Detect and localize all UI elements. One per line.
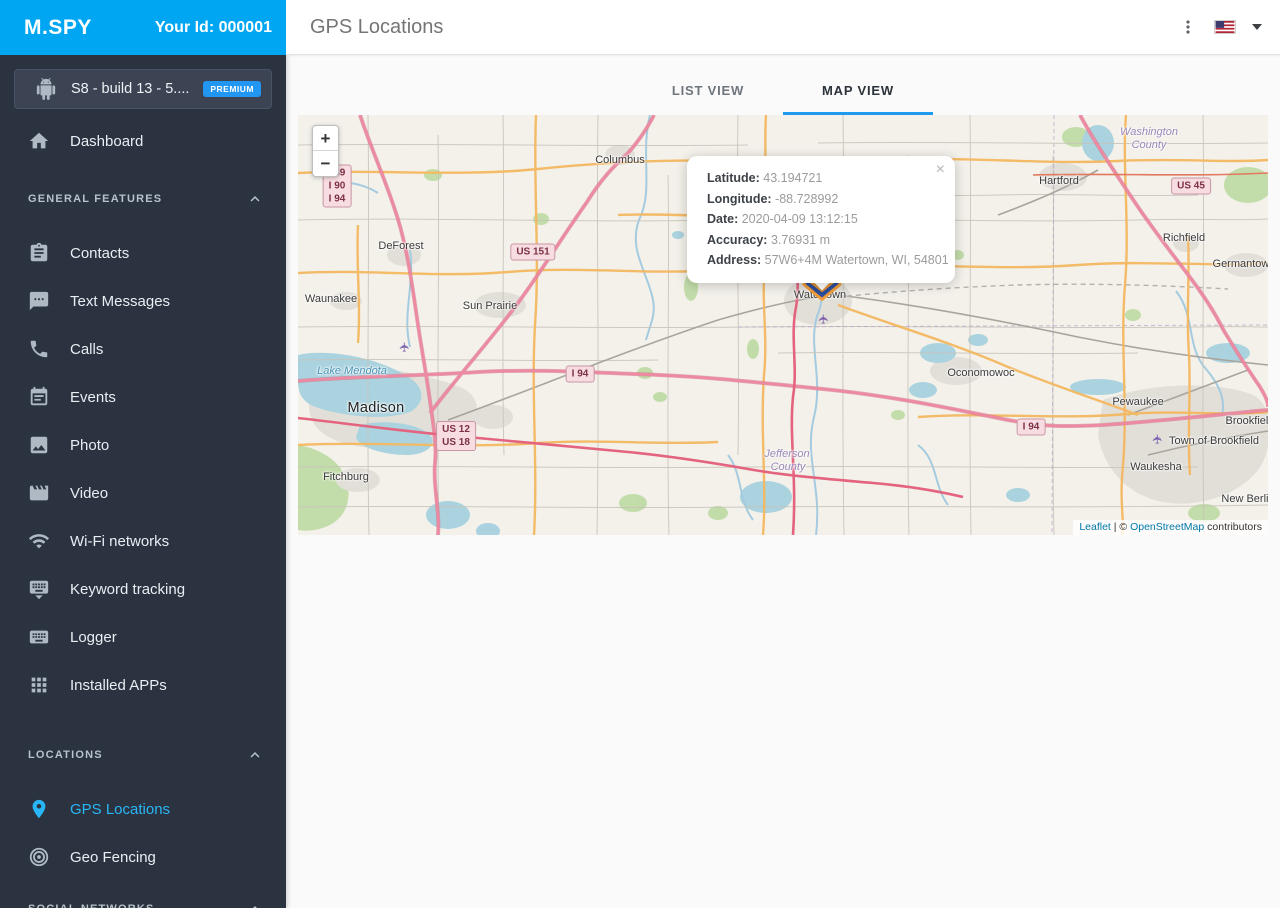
section-label: LOCATIONS — [28, 749, 103, 761]
popup-row: Address: 57W6+4M Watertown, WI, 54801 — [707, 253, 949, 267]
popup-row: Longitude: -88.728992 — [707, 191, 839, 206]
sidebar-item-label: Calls — [70, 340, 104, 358]
language-flag-icon[interactable] — [1214, 20, 1236, 34]
pin-icon — [32, 799, 46, 819]
tab-map-view[interactable]: MAP VIEW — [783, 63, 933, 115]
mspy-logo[interactable]: M.SPY — [24, 16, 92, 40]
map-zoom-control: + − — [312, 125, 339, 177]
leaflet-link[interactable]: Leaflet — [1079, 521, 1111, 533]
location-popup: × Latitude: 43.194721 Longitude: -88.7289… — [687, 156, 955, 283]
sidebar-item-label: Video — [70, 484, 109, 502]
wifi-icon — [28, 534, 50, 549]
sidebar-item-label: Wi-Fi networks — [70, 532, 170, 550]
sidebar-item-video[interactable]: Video — [0, 469, 286, 517]
popup-row: Latitude: 43.194721 — [707, 171, 823, 185]
popup-rows: Latitude: 43.194721 Longitude: -88.728992… — [707, 168, 949, 271]
attribution-separator: | © — [1110, 521, 1131, 533]
sidebar-item-gps-locations[interactable]: GPS Locations — [0, 785, 286, 833]
topbar: GPS Locations — [286, 0, 1280, 55]
premium-badge: PREMIUM — [203, 81, 261, 97]
android-icon — [36, 78, 56, 100]
sidebar-item-label: Dashboard — [70, 132, 144, 150]
chevron-up-icon — [250, 752, 260, 758]
home-icon — [29, 132, 49, 149]
user-id-label: Your Id: 000001 — [154, 18, 272, 36]
osm-link[interactable]: OpenStreetMap — [1130, 521, 1204, 533]
chevron-down-icon[interactable] — [1252, 24, 1262, 30]
sidebar-item-geo-fencing[interactable]: Geo Fencing — [0, 833, 286, 881]
sidebar-item-label: Geo Fencing — [70, 848, 156, 866]
page-title: GPS Locations — [310, 15, 444, 38]
sidebar-item-label: Text Messages — [70, 292, 171, 310]
sidebar-item-wifi-networks[interactable]: Wi-Fi networks — [0, 517, 286, 565]
keyboard-icon — [29, 630, 49, 644]
chevron-up-icon — [250, 196, 260, 202]
device-name: S8 - build 13 - 5.... — [70, 81, 190, 97]
sidebar-nav: Dashboard GENERAL FEATURES Contacts Text Me… — [0, 117, 286, 908]
geofence-icon — [29, 847, 49, 867]
sidebar-item-label: Photo — [70, 436, 110, 454]
tab-list-view[interactable]: LIST VIEW — [633, 63, 783, 115]
main-content: LIST VIEW MAP VIEW Columbus Washington C… — [286, 55, 1280, 908]
chevron-up-icon — [253, 906, 257, 908]
device-selector[interactable]: S8 - build 13 - 5.... PREMIUM — [14, 69, 272, 109]
zoom-in-button[interactable]: + — [313, 126, 338, 151]
section-label: SOCIAL NETWORKS — [28, 903, 155, 908]
sidebar-item-installed-apps[interactable]: Installed APPs — [0, 661, 286, 709]
image-icon — [30, 436, 48, 454]
kebab-menu-icon[interactable] — [1178, 17, 1198, 37]
sidebar-item-text-messages[interactable]: Text Messages — [0, 277, 286, 325]
zoom-out-button[interactable]: − — [313, 151, 338, 176]
sidebar-item-calls[interactable]: Calls — [0, 325, 286, 373]
sidebar-item-label: Events — [70, 388, 116, 406]
sidebar-section-general-features[interactable]: GENERAL FEATURES — [0, 179, 286, 219]
view-tabs: LIST VIEW MAP VIEW — [286, 55, 1280, 115]
phone-icon — [30, 340, 48, 358]
sidebar-section-social-networks[interactable]: SOCIAL NETWORKS — [0, 889, 286, 908]
sidebar: S8 - build 13 - 5.... PREMIUM Dashboard G… — [0, 55, 286, 908]
sidebar-section-locations[interactable]: LOCATIONS — [0, 735, 286, 775]
sidebar-item-events[interactable]: Events — [0, 373, 286, 421]
sidebar-item-label: GPS Locations — [70, 800, 171, 818]
clipboard-icon — [30, 242, 48, 262]
topbar-actions — [1178, 17, 1262, 37]
map-attribution: Leaflet | © OpenStreetMap contributors — [1073, 520, 1268, 535]
chat-icon — [29, 291, 49, 311]
movie-icon — [29, 485, 49, 501]
calendar-icon — [30, 386, 48, 406]
sidebar-item-dashboard[interactable]: Dashboard — [0, 117, 286, 165]
map-canvas[interactable]: Columbus Washington County Hartford Richfiel… — [298, 115, 1268, 535]
sidebar-item-label: Keyword tracking — [70, 580, 186, 598]
sidebar-item-logger[interactable]: Logger — [0, 613, 286, 661]
popup-row: Date: 2020-04-09 13:12:15 — [707, 212, 858, 226]
sidebar-item-contacts[interactable]: Contacts — [0, 229, 286, 277]
sidebar-item-keyword-tracking[interactable]: Keyword tracking — [0, 565, 286, 613]
apps-icon — [31, 677, 47, 693]
close-icon[interactable]: × — [936, 162, 945, 178]
attribution-suffix: contributors — [1204, 521, 1262, 533]
android-icon — [35, 78, 57, 100]
sidebar-item-label: Installed APPs — [70, 676, 167, 694]
sidebar-item-label: Logger — [70, 628, 117, 646]
sidebar-item-label: Contacts — [70, 244, 130, 262]
sidebar-item-photo[interactable]: Photo — [0, 421, 286, 469]
keyboard-hide-icon — [29, 580, 49, 600]
section-label: GENERAL FEATURES — [28, 193, 163, 205]
popup-row: Accuracy: 3.76931 m — [707, 232, 831, 247]
brand-bar: M.SPY Your Id: 000001 — [0, 0, 286, 55]
